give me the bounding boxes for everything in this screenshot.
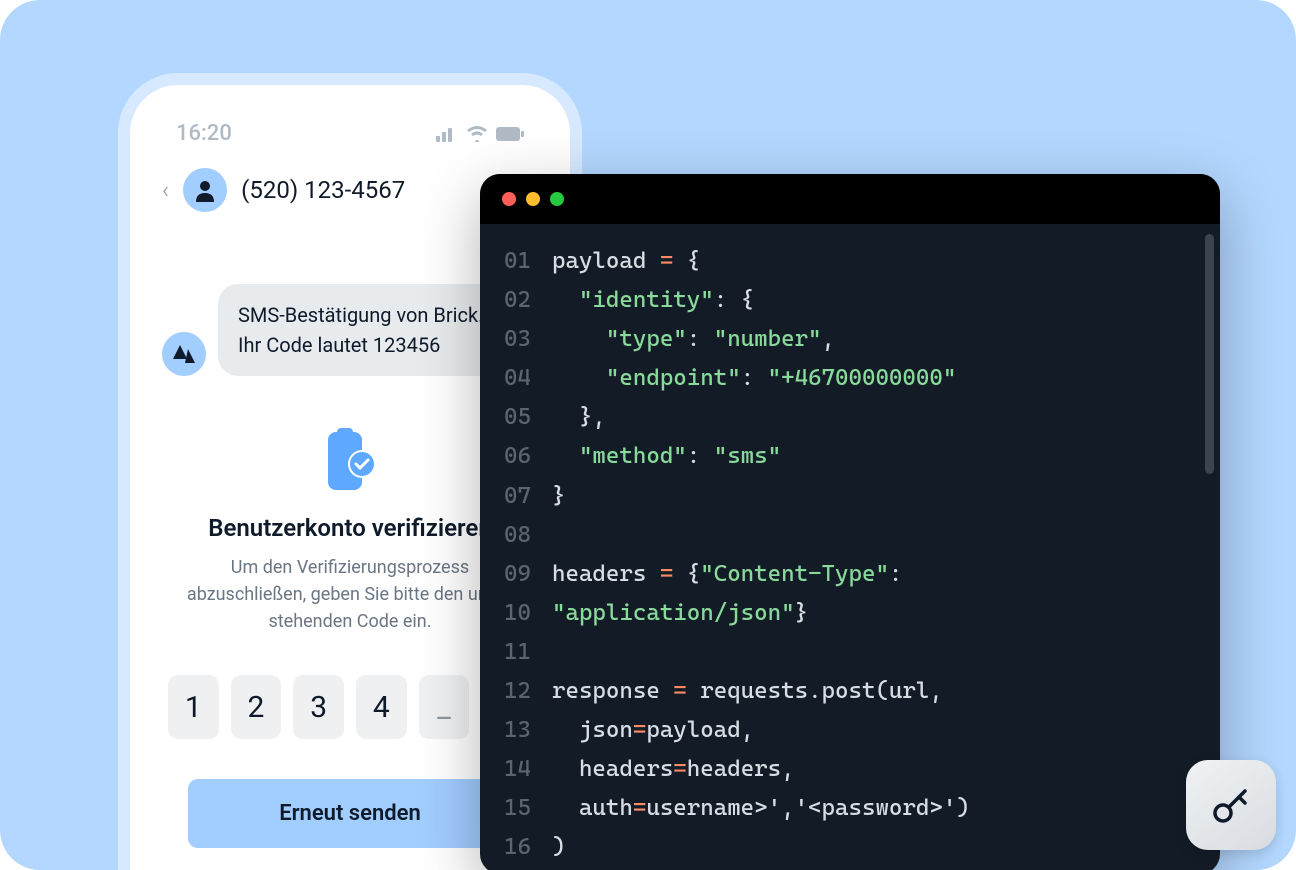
line-number: 13: [504, 711, 552, 750]
line-number: 11: [504, 633, 552, 672]
code-text: "method": "sms": [552, 437, 781, 476]
code-line: 05 },: [480, 398, 1220, 437]
code-text: payload = {: [552, 242, 700, 281]
code-line: 07}: [480, 477, 1220, 516]
line-number: 16: [504, 828, 552, 867]
code-line: 08: [480, 516, 1220, 555]
code-text: headers=headers,: [552, 750, 795, 789]
code-line: 09headers = {"Content-Type":: [480, 555, 1220, 594]
triangle-icon: [173, 345, 195, 363]
sms-bubble: SMS-Bestätigung von Brick. Ihr Code laut…: [218, 284, 503, 376]
code-titlebar: [480, 174, 1220, 224]
code-text: headers = {"Content-Type":: [552, 555, 902, 594]
close-icon[interactable]: [502, 192, 516, 206]
code-text: "endpoint": "+46700000000": [552, 359, 956, 398]
line-number: 06: [504, 437, 552, 476]
line-number: 14: [504, 750, 552, 789]
code-text: "identity": {: [552, 281, 754, 320]
code-line: 15 auth=username>','<password>'): [480, 789, 1220, 828]
maximize-icon[interactable]: [550, 192, 564, 206]
minimize-icon[interactable]: [526, 192, 540, 206]
line-number: 03: [504, 320, 552, 359]
code-line: 16): [480, 828, 1220, 867]
line-number: 07: [504, 477, 552, 516]
line-number: 15: [504, 789, 552, 828]
sms-line2: Ihr Code lautet 123456: [238, 330, 483, 360]
code-line: 06 "method": "sms": [480, 437, 1220, 476]
line-number: 08: [504, 516, 552, 555]
battery-icon: [496, 127, 524, 141]
code-line: 11: [480, 633, 1220, 672]
wifi-icon: [466, 126, 488, 142]
resend-button[interactable]: Erneut senden: [188, 779, 512, 848]
person-icon: [193, 178, 217, 202]
code-line: 02 "identity": {: [480, 281, 1220, 320]
sms-line1: SMS-Bestätigung von Brick.: [238, 300, 483, 330]
code-line: 03 "type": "number",: [480, 320, 1220, 359]
line-number: 05: [504, 398, 552, 437]
line-number: 04: [504, 359, 552, 398]
code-digit-3[interactable]: 3: [293, 675, 344, 739]
line-number: 09: [504, 555, 552, 594]
code-line: 12response = requests.post(url,: [480, 672, 1220, 711]
code-text: "application/json"}: [552, 594, 808, 633]
line-number: 12: [504, 672, 552, 711]
code-line: 01payload = {: [480, 242, 1220, 281]
back-chevron-icon[interactable]: ‹: [162, 176, 169, 204]
phone-number: (520) 123-4567: [241, 176, 405, 204]
sender-avatar: [162, 332, 206, 376]
code-line: 14 headers=headers,: [480, 750, 1220, 789]
status-time: 16:20: [176, 121, 232, 146]
code-line: 04 "endpoint": "+46700000000": [480, 359, 1220, 398]
line-number: 01: [504, 242, 552, 281]
avatar[interactable]: [183, 168, 227, 212]
code-text: json=payload,: [552, 711, 754, 750]
status-bar: 16:20: [148, 103, 552, 156]
code-digit-4[interactable]: 4: [356, 675, 407, 739]
signal-icon: [436, 126, 458, 142]
code-digit-2[interactable]: 2: [231, 675, 282, 739]
code-text: },: [552, 398, 606, 437]
code-text: auth=username>','<password>'): [552, 789, 970, 828]
code-digit-5[interactable]: _: [419, 675, 470, 739]
code-content[interactable]: 01payload = {02 "identity": {03 "type": …: [480, 224, 1220, 870]
code-text: "type": "number",: [552, 320, 835, 359]
code-text: response = requests.post(url,: [552, 672, 943, 711]
code-text: ): [552, 828, 565, 867]
key-badge: [1186, 760, 1276, 850]
code-window: 01payload = {02 "identity": {03 "type": …: [480, 174, 1220, 870]
key-icon: [1209, 783, 1253, 827]
code-line: 13 json=payload,: [480, 711, 1220, 750]
status-icons: [436, 126, 524, 142]
scrollbar[interactable]: [1205, 234, 1214, 474]
code-digit-1[interactable]: 1: [168, 675, 219, 739]
code-text: }: [552, 477, 565, 516]
line-number: 10: [504, 594, 552, 633]
phone-verify-icon: [318, 426, 382, 496]
line-number: 02: [504, 281, 552, 320]
main-container: 16:20 ‹ (520) 123-4567 SMS: [0, 0, 1296, 870]
code-line: 10"application/json"}: [480, 594, 1220, 633]
